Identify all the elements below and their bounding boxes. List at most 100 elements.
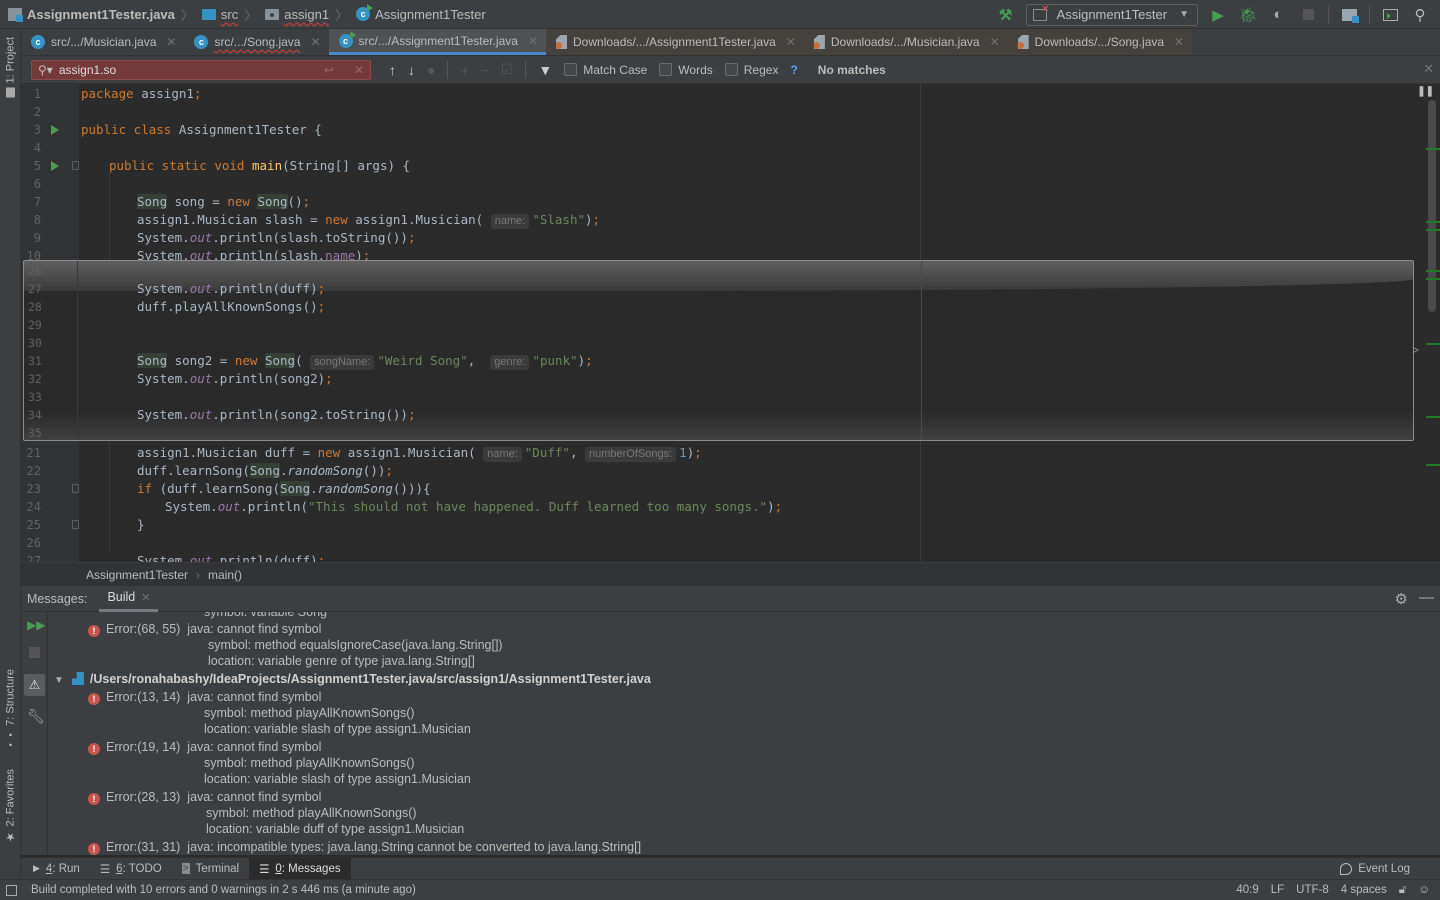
- regex-checkbox[interactable]: Regex: [724, 63, 778, 77]
- change-marker[interactable]: [1426, 148, 1440, 150]
- code-line[interactable]: 25}: [21, 516, 1421, 534]
- search-icon[interactable]: ⚲▾: [38, 63, 53, 77]
- close-find-icon[interactable]: ✕: [1423, 61, 1434, 77]
- code-line[interactable]: 24 System.out.println("This should not ha…: [21, 498, 1421, 516]
- run-configuration-dropdown[interactable]: ✕ Assignment1Tester ▼: [1025, 3, 1198, 26]
- indent-setting[interactable]: 4 spaces: [1341, 884, 1387, 896]
- line-separator[interactable]: LF: [1271, 884, 1284, 896]
- inspector-icon[interactable]: ☺: [1418, 884, 1430, 896]
- match-case-checkbox[interactable]: Match Case: [564, 63, 647, 77]
- tab-musician-src[interactable]: c src/.../Musician.java ✕: [21, 29, 184, 55]
- code-line[interactable]: 3 public class Assignment1Tester {: [21, 121, 1421, 139]
- code-line[interactable]: 27 System.out.println(duff);: [21, 552, 1421, 562]
- editor-scrollbar[interactable]: [1428, 100, 1436, 312]
- project-structure-icon[interactable]: [1339, 5, 1359, 25]
- breadcrumb-src[interactable]: src: [201, 7, 238, 22]
- find-all-icon[interactable]: ●: [427, 62, 435, 78]
- tool-tab-run[interactable]: ▶ 4: Run: [23, 858, 90, 880]
- cursor-position[interactable]: 40:9: [1236, 884, 1258, 896]
- change-marker[interactable]: [1426, 229, 1440, 231]
- close-icon[interactable]: ✕: [990, 35, 1000, 49]
- code-line[interactable]: 6: [21, 175, 1421, 193]
- code-line[interactable]: 23 if (duff.learnSong(Song.randomSong()))…: [21, 480, 1421, 498]
- hammer-icon[interactable]: ⚒: [996, 5, 1016, 25]
- stop-icon[interactable]: [29, 647, 40, 658]
- remove-occurrence-icon[interactable]: −: [481, 62, 489, 78]
- tool-tab-structure[interactable]: ▪▪ 7: Structure: [0, 665, 21, 754]
- code-line[interactable]: 8 assign1.Musician slash = new assign1.Mu…: [21, 211, 1421, 229]
- code-line[interactable]: 9 System.out.println(slash.toString());: [21, 229, 1421, 247]
- change-marker[interactable]: [1426, 278, 1440, 280]
- add-occurrence-icon[interactable]: +: [460, 62, 468, 78]
- change-marker[interactable]: [1426, 221, 1440, 223]
- checkbox[interactable]: [724, 63, 738, 76]
- code-line[interactable]: 7 Song song = new Song();: [21, 193, 1421, 211]
- next-occurrence-icon[interactable]: ↓: [408, 62, 415, 78]
- terminal-window-icon[interactable]: [1380, 5, 1400, 25]
- error-message[interactable]: ! Error:(19, 14) java: cannot find symbol: [88, 740, 321, 755]
- breadcrumb-project[interactable]: Assignment1Tester.java: [8, 7, 175, 22]
- code-line[interactable]: 21 assign1.Musician duff = new assign1.Mu…: [21, 444, 1421, 462]
- stop-icon[interactable]: [1298, 5, 1318, 25]
- breadcrumb-package[interactable]: assign1: [265, 7, 329, 22]
- fold-icon[interactable]: [72, 520, 79, 529]
- change-marker[interactable]: [1426, 416, 1440, 418]
- search-icon[interactable]: ⚲: [1410, 5, 1430, 25]
- file-node[interactable]: ▼/Users/ronahabashy/IdeaProjects/Assignm…: [54, 672, 651, 686]
- close-icon[interactable]: ✕: [310, 35, 320, 49]
- tab-song-src[interactable]: c src/.../Song.java ✕: [184, 29, 328, 55]
- tab-musician-downloads[interactable]: Downloads/.../Musician.java ✕: [803, 29, 1008, 55]
- minimize-icon[interactable]: —: [1419, 589, 1434, 606]
- close-icon[interactable]: ✕: [166, 35, 176, 49]
- tool-tab-messages[interactable]: ☰ 0: Messages: [249, 857, 351, 880]
- warnings-toggle-icon[interactable]: ⚠: [24, 674, 45, 696]
- debug-icon[interactable]: 🐞︎: [1238, 5, 1258, 25]
- coverage-icon[interactable]: ◐: [1268, 5, 1288, 25]
- checkbox[interactable]: [564, 63, 578, 76]
- breadcrumb-method[interactable]: main(): [208, 568, 242, 582]
- run-gutter-icon[interactable]: [51, 161, 59, 171]
- tool-tab-terminal[interactable]: > Terminal: [172, 858, 249, 880]
- code-line[interactable]: 2: [21, 103, 1421, 121]
- tab-build[interactable]: Build ✕: [99, 586, 159, 612]
- run-icon[interactable]: ▶: [1208, 5, 1228, 25]
- close-icon[interactable]: ✕: [141, 591, 150, 604]
- clear-icon[interactable]: ✕: [354, 63, 364, 77]
- build-messages-tree[interactable]: symbol: variable Song ! Error:(68, 55) ja…: [48, 612, 1440, 855]
- run-gutter-icon[interactable]: [51, 125, 59, 135]
- words-checkbox[interactable]: Words: [659, 63, 713, 77]
- select-all-occurrences-icon[interactable]: ☑: [501, 61, 514, 78]
- breadcrumb-class[interactable]: c Assignment1Tester: [356, 4, 486, 22]
- previous-occurrence-icon[interactable]: ↑: [389, 62, 396, 78]
- new-line-icon[interactable]: ↩: [324, 63, 334, 77]
- expand-arrow-icon[interactable]: ▼: [54, 675, 64, 686]
- tab-song-downloads[interactable]: Downloads/.../Song.java ✕: [1007, 29, 1193, 55]
- close-icon[interactable]: ✕: [786, 35, 796, 49]
- code-line[interactable]: 26: [21, 534, 1421, 552]
- filter-icon[interactable]: ▼: [538, 62, 552, 78]
- error-message[interactable]: ! Error:(68, 55) java: cannot find symbol: [88, 622, 321, 637]
- gear-icon[interactable]: ⚙: [1395, 590, 1408, 608]
- event-log-button[interactable]: Event Log: [1330, 858, 1420, 880]
- close-icon[interactable]: ✕: [528, 34, 538, 48]
- unlock-icon[interactable]: 🔓︎: [1399, 884, 1406, 897]
- code-line[interactable]: 5 public static void main(String[] args) …: [21, 157, 1421, 175]
- checkbox[interactable]: [659, 63, 673, 76]
- change-marker[interactable]: [1426, 464, 1440, 466]
- file-encoding[interactable]: UTF-8: [1296, 884, 1329, 896]
- toggle-tool-windows-icon[interactable]: [6, 884, 17, 896]
- tab-assignment1tester-downloads[interactable]: Downloads/.../Assignment1Tester.java ✕: [546, 29, 804, 55]
- breadcrumb-class[interactable]: Assignment1Tester: [86, 568, 188, 582]
- rerun-icon[interactable]: ▶▶: [27, 618, 45, 632]
- tool-tab-project[interactable]: 1: Project: [0, 33, 21, 101]
- code-line[interactable]: 1 package assign1;: [21, 85, 1421, 103]
- fold-icon[interactable]: [72, 161, 79, 170]
- fold-icon[interactable]: [72, 484, 79, 493]
- error-message[interactable]: ! Error:(31, 31) java: incompatible types…: [88, 840, 641, 855]
- tool-tab-favorites[interactable]: ★ 2: Favorites: [0, 765, 21, 847]
- change-marker[interactable]: [1426, 270, 1440, 272]
- find-input[interactable]: ⚲▾ assign1.so ↩ ✕: [31, 59, 371, 80]
- pause-icon[interactable]: ❚❚: [1417, 86, 1434, 97]
- error-message[interactable]: ! Error:(13, 14) java: cannot find symbol: [88, 690, 321, 705]
- code-line[interactable]: 22 duff.learnSong(Song.randomSong());: [21, 462, 1421, 480]
